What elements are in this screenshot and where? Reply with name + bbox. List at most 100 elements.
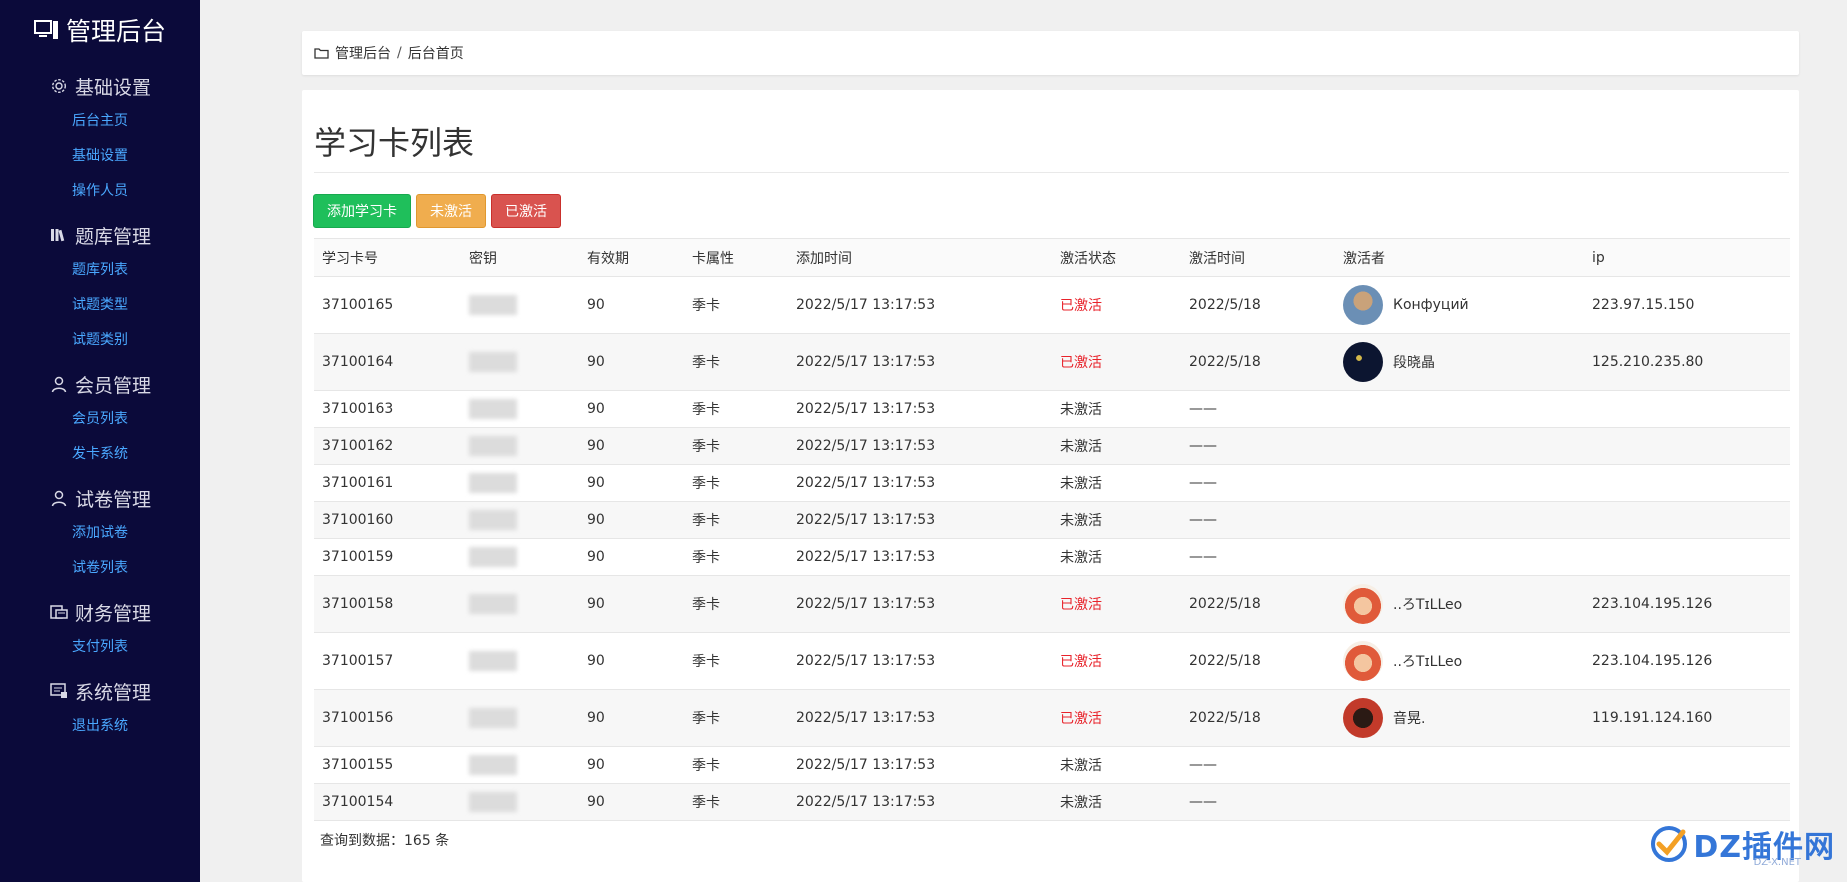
nav-group-header[interactable]: 题库管理 bbox=[0, 217, 200, 253]
avatar bbox=[1343, 342, 1383, 382]
column-header[interactable]: 有效期 bbox=[579, 238, 684, 277]
nav-group-header[interactable]: 会员管理 bbox=[0, 366, 200, 402]
card-id-cell: 37100154 bbox=[314, 783, 461, 821]
validity-cell: 90 bbox=[579, 427, 684, 465]
card-id-cell: 37100157 bbox=[314, 632, 461, 690]
nav-group-header[interactable]: 试卷管理 bbox=[0, 480, 200, 516]
card-type-cell: 季卡 bbox=[684, 632, 788, 690]
nav-group-header[interactable]: 系统管理 bbox=[0, 673, 200, 709]
user-cell: Конфуций bbox=[1335, 276, 1584, 334]
key-cell bbox=[461, 390, 579, 428]
ip-cell: 223.104.195.126 bbox=[1584, 632, 1790, 690]
brand[interactable]: 管理后台 bbox=[0, 0, 200, 60]
added-time-cell: 2022/5/17 13:17:53 bbox=[788, 333, 1052, 391]
column-header[interactable]: 添加时间 bbox=[788, 238, 1052, 277]
added-time-cell: 2022/5/17 13:17:53 bbox=[788, 689, 1052, 747]
card-id-cell: 37100161 bbox=[314, 464, 461, 502]
column-header[interactable]: ip bbox=[1584, 238, 1790, 277]
filter-buttons: 添加学习卡 未激活 已激活 bbox=[313, 194, 561, 228]
sidebar-item[interactable]: 基础设置 bbox=[0, 139, 200, 174]
sidebar-item[interactable]: 会员列表 bbox=[0, 402, 200, 437]
card-type-cell: 季卡 bbox=[684, 464, 788, 502]
status-cell: 未激活 bbox=[1052, 783, 1181, 821]
redacted-key bbox=[469, 473, 517, 493]
column-header[interactable]: 激活状态 bbox=[1052, 238, 1181, 277]
redacted-key bbox=[469, 510, 517, 530]
validity-cell: 90 bbox=[579, 632, 684, 690]
result-count: 查询到数据：165 条 bbox=[320, 833, 450, 849]
sidebar-item[interactable]: 试卷列表 bbox=[0, 551, 200, 586]
activated-time-cell: —— bbox=[1181, 746, 1335, 784]
ip-cell bbox=[1584, 390, 1790, 428]
redacted-key bbox=[469, 792, 517, 812]
status-cell: 未激活 bbox=[1052, 501, 1181, 539]
sidebar-item[interactable]: 题库列表 bbox=[0, 253, 200, 288]
user-cell: ..ろTɪLLeo bbox=[1335, 575, 1584, 633]
activator: ..ろTɪLLeo bbox=[1343, 641, 1584, 681]
sidebar-item[interactable]: 试题类型 bbox=[0, 288, 200, 323]
table-row: 37100158 90 季卡 2022/5/17 13:17:53 已激活 2022/5/… bbox=[314, 575, 1790, 633]
user-cell bbox=[1335, 390, 1584, 428]
validity-cell: 90 bbox=[579, 689, 684, 747]
nav-group-label: 试卷管理 bbox=[74, 488, 151, 511]
table-body: 37100165 90 季卡 2022/5/17 13:17:53 已激活 2022/5/… bbox=[314, 276, 1790, 821]
validity-cell: 90 bbox=[579, 464, 684, 502]
column-header[interactable]: 密钥 bbox=[461, 238, 579, 277]
user-cell bbox=[1335, 746, 1584, 784]
column-header[interactable]: 激活者 bbox=[1335, 238, 1584, 277]
card-type-cell: 季卡 bbox=[684, 333, 788, 391]
key-cell bbox=[461, 464, 579, 502]
nav-group-header[interactable]: 基础设置 bbox=[0, 68, 200, 104]
key-cell bbox=[461, 632, 579, 690]
activator: ..ろTɪLLeo bbox=[1343, 584, 1584, 624]
card-id-cell: 37100162 bbox=[314, 427, 461, 465]
nav-group: 系统管理 退出系统 bbox=[0, 673, 200, 744]
activated-time-cell: —— bbox=[1181, 783, 1335, 821]
sidebar-item[interactable]: 退出系统 bbox=[0, 709, 200, 744]
add-card-button[interactable]: 添加学习卡 bbox=[313, 194, 411, 228]
activator-name: 音晃. bbox=[1393, 711, 1426, 727]
folder-icon bbox=[314, 48, 329, 59]
filter-inactive-button[interactable]: 未激活 bbox=[416, 194, 486, 228]
added-time-cell: 2022/5/17 13:17:53 bbox=[788, 575, 1052, 633]
key-cell bbox=[461, 501, 579, 539]
sidebar-item[interactable]: 发卡系统 bbox=[0, 437, 200, 472]
main-panel: 学习卡列表 添加学习卡 未激活 已激活 学习卡号 密钥 有效期 卡属性 添加时间 激活状态… bbox=[302, 90, 1799, 882]
column-header[interactable]: 激活时间 bbox=[1181, 238, 1335, 277]
sidebar-item[interactable]: 支付列表 bbox=[0, 630, 200, 665]
card-id-cell: 37100160 bbox=[314, 501, 461, 539]
ip-cell bbox=[1584, 538, 1790, 576]
breadcrumb-root[interactable]: 管理后台 bbox=[335, 43, 391, 63]
user-cell: ..ろTɪLLeo bbox=[1335, 632, 1584, 690]
sidebar-item[interactable]: 后台主页 bbox=[0, 104, 200, 139]
nav-group-header[interactable]: 财务管理 bbox=[0, 594, 200, 630]
filter-active-button[interactable]: 已激活 bbox=[491, 194, 561, 228]
check-logo-icon bbox=[1651, 826, 1688, 862]
table-row: 37100155 90 季卡 2022/5/17 13:17:53 未激活 —— bbox=[314, 746, 1790, 784]
page-title: 学习卡列表 bbox=[314, 124, 475, 162]
card-type-cell: 季卡 bbox=[684, 575, 788, 633]
breadcrumb-current[interactable]: 后台首页 bbox=[408, 43, 464, 63]
table-row: 37100154 90 季卡 2022/5/17 13:17:53 未激活 —— bbox=[314, 783, 1790, 821]
validity-cell: 90 bbox=[579, 390, 684, 428]
table-row: 37100160 90 季卡 2022/5/17 13:17:53 未激活 —— bbox=[314, 501, 1790, 539]
sidebar-item[interactable]: 试题类别 bbox=[0, 323, 200, 358]
added-time-cell: 2022/5/17 13:17:53 bbox=[788, 632, 1052, 690]
activator-name: 段晓晶 bbox=[1393, 355, 1435, 371]
status-cell: 已激活 bbox=[1052, 276, 1181, 334]
activated-time-cell: —— bbox=[1181, 390, 1335, 428]
added-time-cell: 2022/5/17 13:17:53 bbox=[788, 746, 1052, 784]
table-row: 37100165 90 季卡 2022/5/17 13:17:53 已激活 2022/5/… bbox=[314, 276, 1790, 334]
validity-cell: 90 bbox=[579, 783, 684, 821]
ip-cell bbox=[1584, 746, 1790, 784]
sidebar-item[interactable]: 操作人员 bbox=[0, 174, 200, 209]
activated-time-cell: —— bbox=[1181, 538, 1335, 576]
column-header[interactable]: 卡属性 bbox=[684, 238, 788, 277]
table-row: 37100162 90 季卡 2022/5/17 13:17:53 未激活 —— bbox=[314, 427, 1790, 465]
status-cell: 未激活 bbox=[1052, 427, 1181, 465]
user-cell bbox=[1335, 538, 1584, 576]
column-header[interactable]: 学习卡号 bbox=[314, 238, 461, 277]
sidebar-item[interactable]: 添加试卷 bbox=[0, 516, 200, 551]
avatar bbox=[1343, 285, 1383, 325]
redacted-key bbox=[469, 755, 517, 775]
